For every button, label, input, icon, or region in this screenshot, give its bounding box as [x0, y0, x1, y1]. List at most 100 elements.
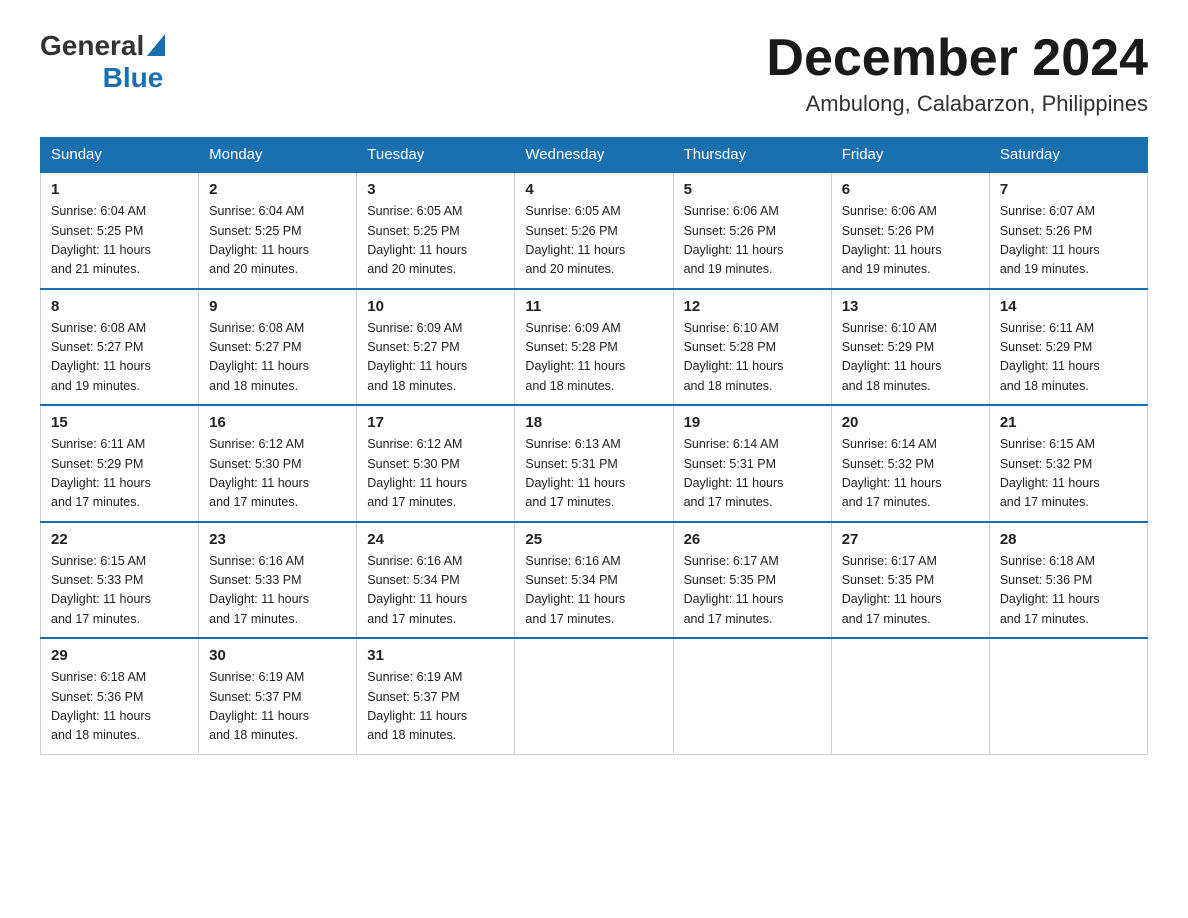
- calendar-cell: 13 Sunrise: 6:10 AM Sunset: 5:29 PM Dayl…: [831, 289, 989, 406]
- calendar-cell: 19 Sunrise: 6:14 AM Sunset: 5:31 PM Dayl…: [673, 405, 831, 522]
- day-number: 24: [367, 531, 504, 548]
- logo-blue-text: Blue: [103, 62, 164, 94]
- title-section: December 2024 Ambulong, Calabarzon, Phil…: [766, 30, 1148, 117]
- day-number: 3: [367, 181, 504, 198]
- day-info: Sunrise: 6:11 AM Sunset: 5:29 PM Dayligh…: [51, 435, 188, 513]
- day-number: 4: [525, 181, 662, 198]
- calendar-cell: 28 Sunrise: 6:18 AM Sunset: 5:36 PM Dayl…: [989, 522, 1147, 639]
- day-info: Sunrise: 6:18 AM Sunset: 5:36 PM Dayligh…: [51, 668, 188, 746]
- column-header-sunday: Sunday: [41, 138, 199, 173]
- calendar-cell: 12 Sunrise: 6:10 AM Sunset: 5:28 PM Dayl…: [673, 289, 831, 406]
- day-info: Sunrise: 6:08 AM Sunset: 5:27 PM Dayligh…: [51, 319, 188, 397]
- logo-general-text: General: [40, 30, 144, 62]
- day-number: 26: [684, 531, 821, 548]
- calendar-cell: 14 Sunrise: 6:11 AM Sunset: 5:29 PM Dayl…: [989, 289, 1147, 406]
- day-number: 15: [51, 414, 188, 431]
- calendar-cell: [831, 638, 989, 754]
- calendar-cell: 5 Sunrise: 6:06 AM Sunset: 5:26 PM Dayli…: [673, 172, 831, 289]
- calendar-cell: 2 Sunrise: 6:04 AM Sunset: 5:25 PM Dayli…: [199, 172, 357, 289]
- day-info: Sunrise: 6:16 AM Sunset: 5:34 PM Dayligh…: [367, 552, 504, 630]
- day-info: Sunrise: 6:19 AM Sunset: 5:37 PM Dayligh…: [209, 668, 346, 746]
- day-info: Sunrise: 6:12 AM Sunset: 5:30 PM Dayligh…: [367, 435, 504, 513]
- day-number: 9: [209, 298, 346, 315]
- calendar-cell: 24 Sunrise: 6:16 AM Sunset: 5:34 PM Dayl…: [357, 522, 515, 639]
- calendar-cell: 30 Sunrise: 6:19 AM Sunset: 5:37 PM Dayl…: [199, 638, 357, 754]
- day-info: Sunrise: 6:05 AM Sunset: 5:26 PM Dayligh…: [525, 202, 662, 280]
- day-number: 27: [842, 531, 979, 548]
- column-header-friday: Friday: [831, 138, 989, 173]
- calendar-title: December 2024: [766, 30, 1148, 87]
- calendar-cell: 26 Sunrise: 6:17 AM Sunset: 5:35 PM Dayl…: [673, 522, 831, 639]
- day-info: Sunrise: 6:10 AM Sunset: 5:28 PM Dayligh…: [684, 319, 821, 397]
- calendar-table: SundayMondayTuesdayWednesdayThursdayFrid…: [40, 137, 1148, 755]
- day-info: Sunrise: 6:19 AM Sunset: 5:37 PM Dayligh…: [367, 668, 504, 746]
- calendar-cell: 7 Sunrise: 6:07 AM Sunset: 5:26 PM Dayli…: [989, 172, 1147, 289]
- calendar-week-row: 1 Sunrise: 6:04 AM Sunset: 5:25 PM Dayli…: [41, 172, 1148, 289]
- day-info: Sunrise: 6:04 AM Sunset: 5:25 PM Dayligh…: [51, 202, 188, 280]
- day-number: 18: [525, 414, 662, 431]
- calendar-cell: 3 Sunrise: 6:05 AM Sunset: 5:25 PM Dayli…: [357, 172, 515, 289]
- calendar-cell: 23 Sunrise: 6:16 AM Sunset: 5:33 PM Dayl…: [199, 522, 357, 639]
- day-number: 13: [842, 298, 979, 315]
- day-info: Sunrise: 6:15 AM Sunset: 5:33 PM Dayligh…: [51, 552, 188, 630]
- day-info: Sunrise: 6:06 AM Sunset: 5:26 PM Dayligh…: [684, 202, 821, 280]
- day-info: Sunrise: 6:09 AM Sunset: 5:27 PM Dayligh…: [367, 319, 504, 397]
- calendar-cell: 6 Sunrise: 6:06 AM Sunset: 5:26 PM Dayli…: [831, 172, 989, 289]
- calendar-cell: 21 Sunrise: 6:15 AM Sunset: 5:32 PM Dayl…: [989, 405, 1147, 522]
- calendar-subtitle: Ambulong, Calabarzon, Philippines: [766, 91, 1148, 117]
- day-number: 16: [209, 414, 346, 431]
- calendar-cell: [989, 638, 1147, 754]
- calendar-week-row: 22 Sunrise: 6:15 AM Sunset: 5:33 PM Dayl…: [41, 522, 1148, 639]
- day-number: 17: [367, 414, 504, 431]
- day-info: Sunrise: 6:14 AM Sunset: 5:32 PM Dayligh…: [842, 435, 979, 513]
- day-info: Sunrise: 6:17 AM Sunset: 5:35 PM Dayligh…: [842, 552, 979, 630]
- calendar-cell: 17 Sunrise: 6:12 AM Sunset: 5:30 PM Dayl…: [357, 405, 515, 522]
- day-number: 29: [51, 647, 188, 664]
- day-number: 19: [684, 414, 821, 431]
- day-number: 10: [367, 298, 504, 315]
- calendar-cell: 27 Sunrise: 6:17 AM Sunset: 5:35 PM Dayl…: [831, 522, 989, 639]
- day-info: Sunrise: 6:16 AM Sunset: 5:34 PM Dayligh…: [525, 552, 662, 630]
- day-number: 12: [684, 298, 821, 315]
- calendar-cell: 18 Sunrise: 6:13 AM Sunset: 5:31 PM Dayl…: [515, 405, 673, 522]
- day-info: Sunrise: 6:10 AM Sunset: 5:29 PM Dayligh…: [842, 319, 979, 397]
- day-info: Sunrise: 6:15 AM Sunset: 5:32 PM Dayligh…: [1000, 435, 1137, 513]
- calendar-cell: 16 Sunrise: 6:12 AM Sunset: 5:30 PM Dayl…: [199, 405, 357, 522]
- day-number: 23: [209, 531, 346, 548]
- calendar-cell: 11 Sunrise: 6:09 AM Sunset: 5:28 PM Dayl…: [515, 289, 673, 406]
- day-number: 11: [525, 298, 662, 315]
- day-number: 25: [525, 531, 662, 548]
- calendar-cell: 1 Sunrise: 6:04 AM Sunset: 5:25 PM Dayli…: [41, 172, 199, 289]
- column-header-monday: Monday: [199, 138, 357, 173]
- calendar-cell: 25 Sunrise: 6:16 AM Sunset: 5:34 PM Dayl…: [515, 522, 673, 639]
- logo: General Blue: [40, 30, 165, 94]
- day-info: Sunrise: 6:17 AM Sunset: 5:35 PM Dayligh…: [684, 552, 821, 630]
- day-number: 21: [1000, 414, 1137, 431]
- day-info: Sunrise: 6:06 AM Sunset: 5:26 PM Dayligh…: [842, 202, 979, 280]
- calendar-cell: 8 Sunrise: 6:08 AM Sunset: 5:27 PM Dayli…: [41, 289, 199, 406]
- day-number: 20: [842, 414, 979, 431]
- day-number: 6: [842, 181, 979, 198]
- calendar-week-row: 15 Sunrise: 6:11 AM Sunset: 5:29 PM Dayl…: [41, 405, 1148, 522]
- day-info: Sunrise: 6:16 AM Sunset: 5:33 PM Dayligh…: [209, 552, 346, 630]
- logo-triangle-icon: [147, 34, 165, 56]
- page-header: General Blue December 2024 Ambulong, Cal…: [40, 30, 1148, 117]
- calendar-cell: [673, 638, 831, 754]
- calendar-cell: 29 Sunrise: 6:18 AM Sunset: 5:36 PM Dayl…: [41, 638, 199, 754]
- calendar-cell: 4 Sunrise: 6:05 AM Sunset: 5:26 PM Dayli…: [515, 172, 673, 289]
- day-number: 22: [51, 531, 188, 548]
- day-number: 1: [51, 181, 188, 198]
- day-number: 8: [51, 298, 188, 315]
- day-info: Sunrise: 6:09 AM Sunset: 5:28 PM Dayligh…: [525, 319, 662, 397]
- column-header-wednesday: Wednesday: [515, 138, 673, 173]
- day-number: 14: [1000, 298, 1137, 315]
- calendar-cell: 15 Sunrise: 6:11 AM Sunset: 5:29 PM Dayl…: [41, 405, 199, 522]
- calendar-cell: [515, 638, 673, 754]
- day-info: Sunrise: 6:07 AM Sunset: 5:26 PM Dayligh…: [1000, 202, 1137, 280]
- day-number: 31: [367, 647, 504, 664]
- calendar-week-row: 29 Sunrise: 6:18 AM Sunset: 5:36 PM Dayl…: [41, 638, 1148, 754]
- day-number: 2: [209, 181, 346, 198]
- column-header-saturday: Saturday: [989, 138, 1147, 173]
- day-number: 28: [1000, 531, 1137, 548]
- calendar-week-row: 8 Sunrise: 6:08 AM Sunset: 5:27 PM Dayli…: [41, 289, 1148, 406]
